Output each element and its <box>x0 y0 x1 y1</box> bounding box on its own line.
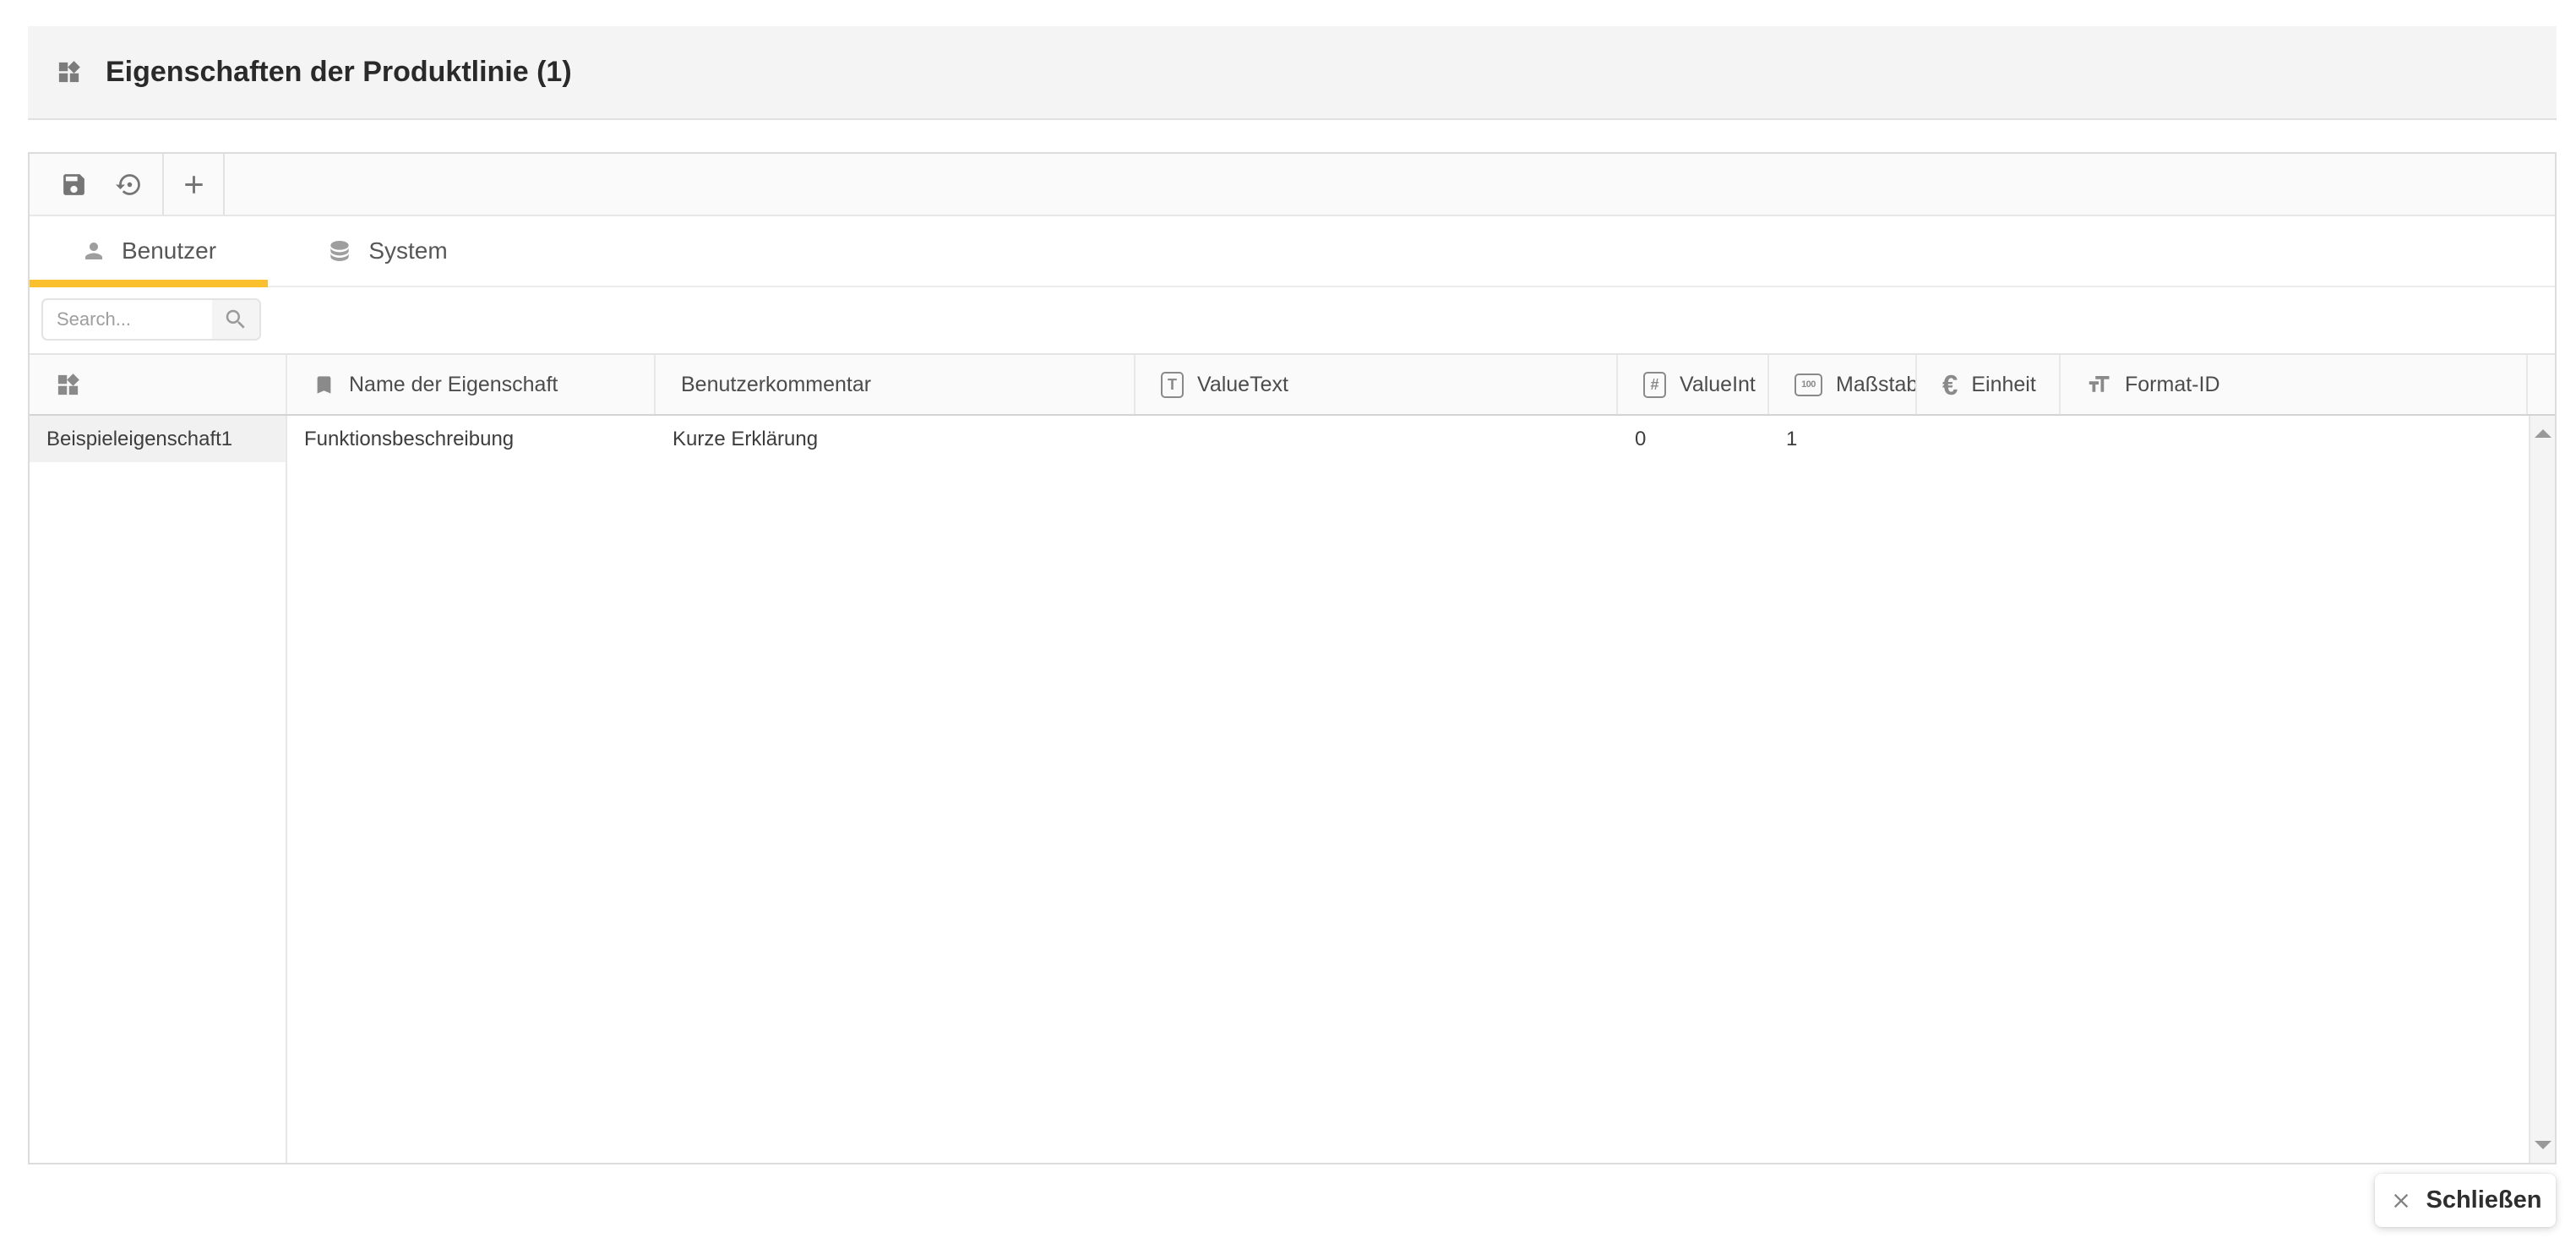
toolbar <box>30 154 2555 216</box>
properties-panel: Benutzer System <box>28 152 2557 1164</box>
add-icon <box>179 170 209 199</box>
cell-valueint[interactable]: 0 <box>1618 416 1769 462</box>
toolbar-group-add <box>164 154 223 215</box>
dialog-titlebar: Eigenschaften der Produktlinie (1) <box>28 26 2557 120</box>
tab-benutzer[interactable]: Benutzer <box>30 216 268 286</box>
close-icon <box>2389 1189 2413 1213</box>
column-header-label: ValueText <box>1197 373 1288 397</box>
table-header-row: Name der Eigenschaft Benutzerkommentar T… <box>30 353 2555 416</box>
tab-system-label: System <box>368 237 447 265</box>
search-box <box>41 298 261 341</box>
column-header-einheit[interactable]: € Einheit <box>1917 355 2061 414</box>
cell-row-header[interactable]: Beispieleigenschaft1 <box>30 416 287 462</box>
save-icon <box>60 171 88 199</box>
scrollbar-header-cap <box>2528 355 2554 414</box>
close-button[interactable]: Schließen <box>2375 1174 2556 1227</box>
column-header-name[interactable]: Name der Eigenschaft <box>287 355 656 414</box>
format-size-icon <box>2086 372 2111 397</box>
column-header-comment[interactable]: Benutzerkommentar <box>656 355 1136 414</box>
person-icon <box>81 238 106 264</box>
page-title: Eigenschaften der Produktlinie (1) <box>106 56 572 89</box>
search-button[interactable] <box>212 300 259 339</box>
add-button[interactable] <box>172 162 215 206</box>
bookmark-icon <box>313 374 335 396</box>
save-button[interactable] <box>52 162 95 206</box>
column-header-label: Name der Eigenschaft <box>349 373 558 397</box>
column-header-label: ValueInt <box>1680 373 1756 397</box>
tab-benutzer-label: Benutzer <box>122 237 216 265</box>
toolbar-group-file <box>30 154 162 215</box>
column-header-format-id[interactable]: Format-ID <box>2061 355 2528 414</box>
column-header-label: Einheit <box>1971 373 2035 397</box>
restore-icon <box>116 171 144 199</box>
scroll-up-icon[interactable] <box>2535 429 2551 438</box>
cell-name[interactable]: Funktionsbeschreibung <box>287 416 656 462</box>
column-header-rowheader[interactable] <box>30 355 287 414</box>
widgets-icon <box>55 372 81 398</box>
column-header-label: Format-ID <box>2125 373 2220 397</box>
widgets-icon <box>56 59 82 85</box>
close-button-label: Schließen <box>2426 1186 2542 1214</box>
cell-scale[interactable]: 1 <box>1769 416 1917 462</box>
number-box-icon: # <box>1643 372 1666 398</box>
search-input[interactable] <box>43 300 212 339</box>
column-header-label: Benutzerkommentar <box>681 373 871 397</box>
cell-comment[interactable]: Kurze Erklärung <box>656 416 1136 462</box>
database-icon <box>326 237 353 265</box>
tab-system[interactable]: System <box>268 216 506 286</box>
restore-button[interactable] <box>107 162 151 206</box>
vertical-scrollbar[interactable] <box>2529 416 2555 1163</box>
column-header-label: Maßstab <box>1836 373 1917 397</box>
table-row[interactable]: Beispieleigenschaft1 Funktionsbeschreibu… <box>30 416 2555 462</box>
table-body: Beispieleigenschaft1 Funktionsbeschreibu… <box>30 416 2555 1163</box>
column-header-valueint[interactable]: # ValueInt <box>1618 355 1769 414</box>
cell-unit[interactable] <box>1917 416 2061 462</box>
scroll-down-icon[interactable] <box>2535 1141 2551 1149</box>
tabbar: Benutzer System <box>30 216 2555 287</box>
banknote-box-icon: 100 <box>1794 374 1822 396</box>
frozen-column-divider <box>286 416 287 1163</box>
cell-valuetext[interactable] <box>1136 416 1618 462</box>
euro-icon: € <box>1942 371 1958 399</box>
column-header-massstab[interactable]: 100 Maßstab <box>1769 355 1917 414</box>
column-header-valuetext[interactable]: T ValueText <box>1136 355 1618 414</box>
magnifier-icon <box>223 307 248 332</box>
letter-box-icon: T <box>1161 372 1184 398</box>
search-row <box>30 287 2555 353</box>
cell-format[interactable] <box>2061 416 2528 462</box>
toolbar-divider <box>223 154 225 215</box>
